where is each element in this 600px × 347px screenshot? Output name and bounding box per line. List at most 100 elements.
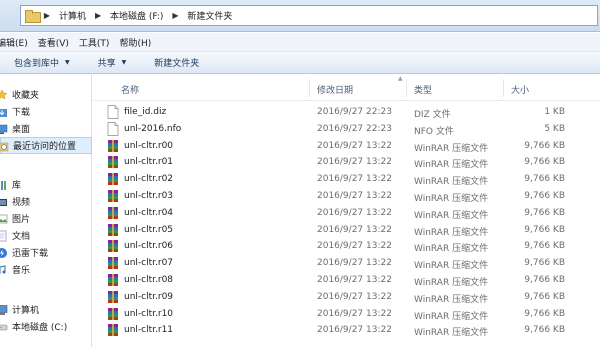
file-modified-date: 2016/9/27 22:23 xyxy=(317,107,392,117)
file-name: unl-cltr.r01 xyxy=(124,157,174,168)
new-folder-button[interactable]: 新建文件夹 xyxy=(140,56,213,69)
winrar-icon xyxy=(107,139,119,153)
file-modified-date: 2016/9/27 13:22 xyxy=(317,191,392,201)
file-modified-date: 2016/9/27 13:22 xyxy=(317,207,392,218)
file-type: WinRAR 压缩文件 xyxy=(414,311,489,322)
file-row[interactable]: unl-cltr.r03 2016/9/27 13:22 WinRAR 压缩文件 9,… xyxy=(93,188,600,204)
column-date[interactable]: 修改日期 xyxy=(317,83,353,96)
file-row[interactable]: unl-cltr.r01 2016/9/27 13:22 WinRAR 压缩文件 9,… xyxy=(93,154,600,170)
file-row[interactable]: unl-cltr.r04 2016/9/27 13:22 WinRAR 压缩文件 9,… xyxy=(93,205,600,221)
column-size[interactable]: 大小 xyxy=(511,83,529,96)
nav-item-10[interactable]: 计算机 xyxy=(0,301,92,318)
winrar-icon xyxy=(107,290,119,304)
nav-item-0[interactable]: 收藏夹 xyxy=(0,86,92,103)
chevron-right-icon[interactable]: ▶ xyxy=(167,11,183,20)
computer-icon xyxy=(0,304,8,316)
column-divider[interactable] xyxy=(309,79,310,97)
column-type[interactable]: 类型 xyxy=(414,83,432,96)
nav-item-label: 桌面 xyxy=(12,125,31,135)
chevron-right-icon[interactable]: ▶ xyxy=(90,11,106,20)
file-modified-date: 2016/9/27 13:22 xyxy=(317,241,392,252)
file-row[interactable]: unl-cltr.r11 2016/9/27 13:22 WinRAR 压缩文件 9,… xyxy=(93,322,600,338)
winrar-icon xyxy=(107,256,119,270)
file-name: unl-cltr.r03 xyxy=(124,191,174,201)
share-button[interactable]: 共享 ▼ xyxy=(84,56,141,69)
menu-tools[interactable]: 工具(T) xyxy=(79,36,120,49)
nav-item-label: 库 xyxy=(12,181,22,191)
nav-item-label: 迅雷下载 xyxy=(12,249,49,259)
file-row[interactable]: unl-cltr.r02 2016/9/27 13:22 WinRAR 压缩文件 9,… xyxy=(93,171,600,187)
column-divider[interactable] xyxy=(503,79,504,97)
file-size: 9,766 KB xyxy=(524,174,565,185)
dropdown-arrow-icon: ▼ xyxy=(121,59,127,66)
recent-places-icon xyxy=(0,140,9,152)
chevron-right-icon[interactable]: ▶ xyxy=(39,11,55,20)
file-modified-date: 2016/9/27 13:22 xyxy=(317,157,392,168)
column-header: 名称 ▲ 修改日期 类型 大小 xyxy=(93,75,600,101)
file-type: WinRAR 压缩文件 xyxy=(414,261,489,272)
winrar-icon xyxy=(107,223,119,237)
breadcrumb-drive-f[interactable]: 本地磁盘 (F:) xyxy=(106,9,167,22)
column-divider[interactable] xyxy=(406,79,407,97)
file-row[interactable]: unl-cltr.r06 2016/9/27 13:22 WinRAR 压缩文件 9,… xyxy=(93,238,600,254)
file-size: 9,766 KB xyxy=(524,157,565,168)
winrar-icon xyxy=(107,206,119,220)
include-in-library-button[interactable]: 包含到库中 ▼ xyxy=(0,56,84,69)
nav-item-1[interactable]: 下载 xyxy=(0,103,92,120)
file-modified-date: 2016/9/27 13:22 xyxy=(317,140,392,151)
breadcrumb-new-folder[interactable]: 新建文件夹 xyxy=(183,9,236,22)
file-name: unl-cltr.r04 xyxy=(124,207,174,218)
address-bar[interactable]: ▶ 计算机 ▶ 本地磁盘 (F:) ▶ 新建文件夹 xyxy=(20,5,598,26)
nav-item-3[interactable]: 最近访问的位置 xyxy=(0,137,92,154)
column-name[interactable]: 名称 xyxy=(121,83,139,96)
drive-icon xyxy=(0,321,8,333)
nav-item-2[interactable]: 桌面 xyxy=(0,120,92,137)
file-size: 9,766 KB xyxy=(524,140,565,151)
file-modified-date: 2016/9/27 13:22 xyxy=(317,258,392,269)
nav-item-6[interactable]: 图片 xyxy=(0,210,92,227)
winrar-icon xyxy=(107,239,119,253)
nav-item-label: 最近访问的位置 xyxy=(13,142,77,152)
file-type: WinRAR 压缩文件 xyxy=(414,328,489,339)
file-row[interactable]: unl-cltr.r08 2016/9/27 13:22 WinRAR 压缩文件 9,… xyxy=(93,272,600,288)
desktop-icon xyxy=(0,123,8,135)
menu-help[interactable]: 帮助(H) xyxy=(119,36,161,49)
library-icon xyxy=(0,179,8,191)
nav-item-9[interactable]: 音乐 xyxy=(0,261,92,278)
nav-item-8[interactable]: 迅雷下载 xyxy=(0,244,92,261)
file-row[interactable]: unl-2016.nfo 2016/9/27 22:23 NFO 文件 5 KB xyxy=(93,121,600,137)
file-modified-date: 2016/9/27 13:22 xyxy=(317,291,392,302)
file-row[interactable]: unl-cltr.r09 2016/9/27 13:22 WinRAR 压缩文件 9,… xyxy=(93,289,600,305)
breadcrumb-computer[interactable]: 计算机 xyxy=(55,9,90,22)
navigation-pane: 收藏夹下载桌面最近访问的位置库视频 图片文档迅雷下载音乐计算机本地磁盘 (C:) xyxy=(0,75,92,347)
file-modified-date: 2016/9/27 22:23 xyxy=(317,123,392,134)
file-name: unl-cltr.r11 xyxy=(124,325,174,336)
nav-item-label: 计算机 xyxy=(12,306,40,316)
file-name: unl-cltr.r07 xyxy=(124,258,174,269)
file-row[interactable]: unl-cltr.r07 2016/9/27 13:22 WinRAR 压缩文件 9,… xyxy=(93,255,600,271)
menu-view[interactable]: 查看(V) xyxy=(38,36,79,49)
file-type: NFO 文件 xyxy=(414,126,454,137)
nav-item-4[interactable]: 库 xyxy=(0,176,92,193)
file-row[interactable]: unl-cltr.r10 2016/9/27 13:22 WinRAR 压缩文件 9,… xyxy=(93,306,600,322)
nav-item-7[interactable]: 文档 xyxy=(0,227,92,244)
pictures-library-icon xyxy=(0,213,8,225)
file-size: 9,766 KB xyxy=(524,258,565,269)
file-row[interactable]: unl-cltr.r00 2016/9/27 13:22 WinRAR 压缩文件 9,… xyxy=(93,138,600,154)
video-library-icon xyxy=(0,196,8,208)
nav-item-5[interactable]: 视频 xyxy=(0,193,92,210)
file-row[interactable]: file_id.diz 2016/9/27 22:23 DIZ 文件 1 KB xyxy=(93,104,600,120)
file-name: unl-cltr.r09 xyxy=(124,291,174,302)
winrar-icon xyxy=(107,307,119,321)
file-size: 9,766 KB xyxy=(524,291,565,302)
winrar-icon xyxy=(107,273,119,287)
file-name: unl-2016.nfo xyxy=(124,123,182,134)
include-in-library-label: 包含到库中 xyxy=(14,59,60,69)
nav-item-label: 下载 xyxy=(12,108,31,118)
nav-item-11[interactable]: 本地磁盘 (C:) xyxy=(0,318,92,335)
menu-edit[interactable]: 编辑(E) xyxy=(0,36,38,49)
file-row[interactable]: unl-cltr.r05 2016/9/27 13:22 WinRAR 压缩文件 9,… xyxy=(93,222,600,238)
file-type: WinRAR 压缩文件 xyxy=(414,278,489,288)
file-type: WinRAR 压缩文件 xyxy=(414,160,489,171)
nav-item-label: 文档 xyxy=(12,232,31,242)
